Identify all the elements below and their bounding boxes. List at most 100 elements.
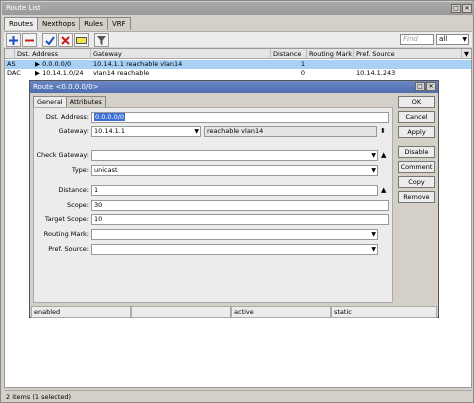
disable-button[interactable] [58,33,73,47]
dst-address-value: 0.0.0.0/0 [94,113,126,121]
tab-vrf[interactable]: VRF [106,17,131,30]
x-icon [61,35,70,45]
cancel-button[interactable]: Cancel [398,111,435,123]
remove-button[interactable] [22,33,37,47]
maximize-icon[interactable]: □ [415,82,425,91]
col-gateway[interactable]: Gateway [91,49,271,59]
dialog-status-bar: enabled active static [31,306,437,318]
toolbar: Find all ▼ [4,31,472,47]
table-header: Dst. Address Gateway Distance Routing Ma… [5,49,471,59]
col-dst-address[interactable]: Dst. Address [15,49,91,59]
chevron-down-icon: ▼ [371,167,376,174]
type-value: unicast [94,166,118,174]
up-arrow-icon[interactable]: ▲ [381,150,386,160]
check-gateway-label: Check Gateway: [36,151,90,159]
table-row[interactable]: DAC ▶ 10.14.1.0/24 vlan14 reachable 0 10… [5,69,471,78]
copy-button[interactable]: Copy [398,176,435,188]
dialog-titlebar[interactable]: Route <0.0.0.0/0> □ ✕ [30,81,438,93]
tab-general[interactable]: General [33,96,67,107]
dst-address-label: Dst. Address: [45,113,89,121]
gateway-label: Gateway: [58,127,89,135]
status-enabled: enabled [31,306,131,318]
remove-button[interactable]: Remove [398,191,435,203]
row-flags: DAC [7,69,21,77]
chevron-down-icon: ▼ [462,36,467,43]
tab-rules[interactable]: Rules [79,17,108,30]
row-dst-value: 0.0.0.0/0 [42,60,72,68]
add-button[interactable] [6,33,21,47]
chevron-down-icon: ▼ [371,231,376,238]
row-distance: 1 [300,60,305,68]
col-distance[interactable]: Distance [271,49,307,59]
dst-address-field[interactable]: 0.0.0.0/0 [91,112,389,123]
pref-source-label: Pref. Source: [48,245,89,253]
filter-select[interactable]: all ▼ [436,34,469,45]
window-titlebar[interactable]: Route List □ ✕ [2,2,474,15]
pref-source-select[interactable]: ▼ [91,244,378,255]
window-title: Route List [6,4,41,12]
check-gateway-select[interactable]: ▼ [91,150,378,161]
row-mark [307,60,354,69]
col-pref-source[interactable]: Pref. Source [354,49,462,59]
comment-button[interactable] [74,33,89,47]
routing-mark-select[interactable]: ▼ [91,229,378,240]
comment-button[interactable]: Comment [398,161,435,173]
row-distance: 0 [300,69,305,77]
chevron-down-icon: ▼ [371,246,376,253]
route-list-window: Route List □ ✕ Routes Nexthops Rules VRF… [0,0,474,403]
type-label: Type: [71,166,89,174]
gateway-field[interactable]: 10.14.1.1 ▼ [91,126,201,137]
status-bar: 2 items (1 selected) [4,390,472,402]
tab-nexthops[interactable]: Nexthops [36,17,81,30]
target-scope-label: Target Scope: [44,215,89,223]
col-flags[interactable] [5,49,15,59]
route-dialog: Route <0.0.0.0/0> □ ✕ General Attributes… [29,80,439,318]
filter-select-value: all [439,35,448,43]
row-gateway: vlan14 reachable [93,69,150,77]
distance-label: Distance: [58,186,89,194]
up-down-arrows-icon[interactable]: ⬍ [380,126,386,136]
col-routing-mark[interactable]: Routing Mark [307,49,354,59]
chevron-down-icon: ▼ [371,152,376,159]
chevron-down-icon[interactable]: ▼ [194,127,199,136]
status-active: active [231,306,331,318]
tab-bar: Routes Nexthops Rules VRF [4,17,131,30]
tab-attributes[interactable]: Attributes [65,96,106,107]
comment-icon [76,36,87,44]
ok-button[interactable]: OK [398,96,435,108]
close-icon[interactable]: ✕ [426,82,436,91]
row-gateway: 10.14.1.1 reachable vlan14 [93,60,183,68]
gateway-value: 10.14.1.1 [94,127,126,135]
apply-button[interactable]: Apply [398,126,435,138]
row-dst-value: 10.14.1.0/24 [42,69,84,77]
row-pref: 10.14.1.243 [356,69,396,77]
distance-field[interactable]: 1 [91,185,378,196]
plus-icon [9,35,18,45]
column-chooser-icon[interactable]: ▼ [462,49,471,59]
enable-button[interactable] [42,33,57,47]
up-arrow-icon[interactable]: ▲ [381,185,386,195]
disable-button[interactable]: Disable [398,146,435,158]
row-pref [354,60,462,69]
type-select[interactable]: unicast ▼ [91,165,378,176]
dialog-title: Route <0.0.0.0/0> [33,83,99,91]
close-icon[interactable]: ✕ [462,4,472,13]
maximize-icon[interactable]: □ [451,4,461,13]
minus-icon [25,39,34,41]
scope-field[interactable]: 30 [91,200,389,211]
row-dst: ▶ 10.14.1.0/24 [33,69,91,78]
filter-button[interactable] [94,33,109,47]
filter-icon [97,35,106,45]
status-empty [131,306,231,318]
table-row[interactable]: AS ▶ 0.0.0.0/0 10.14.1.1 reachable vlan1… [5,60,471,69]
target-scope-field[interactable]: 10 [91,214,389,225]
general-panel: Dst. Address: 0.0.0.0/0 Gateway: 10.14.1… [33,107,393,303]
row-flags: AS [7,60,16,68]
row-mark [307,69,354,78]
routing-mark-label: Routing Mark: [43,230,89,238]
status-static: static [331,306,437,318]
dialog-tab-bar: General Attributes [33,96,106,107]
find-input[interactable]: Find [400,34,434,45]
tab-routes[interactable]: Routes [4,17,38,30]
row-dst: ▶ 0.0.0.0/0 [33,60,91,69]
